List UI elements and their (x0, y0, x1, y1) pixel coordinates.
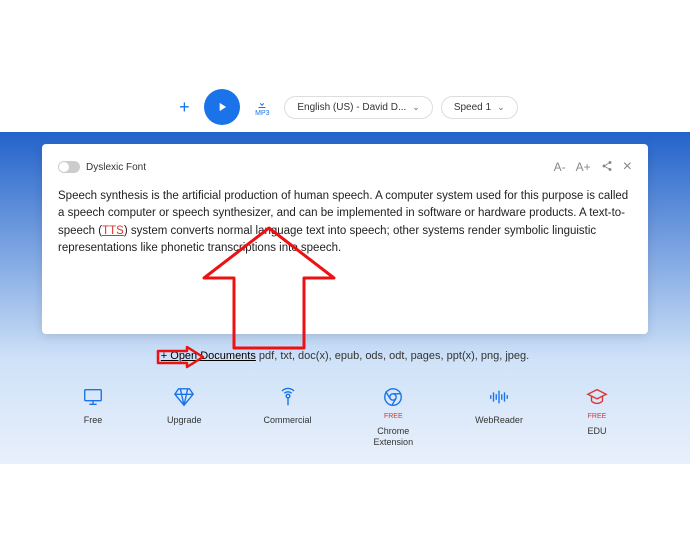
tts-paragraph[interactable]: Speech synthesis is the artificial produ… (58, 188, 632, 257)
font-decrease-button[interactable]: A- (554, 160, 566, 174)
soundwave-icon (487, 385, 511, 409)
free-badge: FREE (588, 413, 607, 420)
nav-upgrade[interactable]: Upgrade (167, 385, 202, 448)
nav-label: EDU (587, 426, 606, 437)
free-badge: FREE (384, 413, 403, 420)
chevron-down-icon: ⌄ (412, 102, 420, 113)
speed-selector[interactable]: Speed 1 ⌄ (441, 96, 518, 119)
font-toggle-label: Dyslexic Font (86, 162, 146, 173)
close-button[interactable]: × (623, 158, 632, 176)
toolbar: + MP3 English (US) - David D... ⌄ Speed … (0, 82, 690, 132)
nav-label: Free (84, 415, 103, 426)
podcast-icon (276, 385, 300, 409)
nav-free[interactable]: Free (81, 385, 105, 448)
card-header: Dyslexic Font A- A+ × (58, 158, 632, 176)
dyslexic-font-toggle[interactable]: Dyslexic Font (58, 161, 146, 173)
card-actions: A- A+ × (554, 158, 632, 176)
share-icon[interactable] (601, 160, 613, 175)
speed-selector-label: Speed 1 (454, 102, 491, 113)
open-documents-extensions: pdf, txt, doc(x), epub, ods, odt, pages,… (256, 350, 529, 362)
nav-edu[interactable]: FREE EDU (585, 385, 609, 448)
voice-selector[interactable]: English (US) - David D... ⌄ (284, 96, 432, 119)
open-documents-row: + Open Documents pdf, txt, doc(x), epub,… (0, 350, 690, 362)
monitor-icon (81, 385, 105, 409)
mp3-label: MP3 (255, 110, 269, 117)
nav-label: WebReader (475, 415, 523, 426)
play-button[interactable] (204, 89, 240, 125)
text-card: Dyslexic Font A- A+ × Speech synthesis i… (42, 144, 648, 334)
open-documents-link[interactable]: + Open Documents (161, 350, 256, 362)
toggle-switch[interactable] (58, 161, 80, 173)
nav-label: Chrome Extension (374, 426, 414, 448)
download-mp3-button[interactable]: MP3 (248, 93, 276, 121)
graduation-cap-icon (585, 385, 609, 409)
diamond-icon (172, 385, 196, 409)
tts-inline-link[interactable]: TTS (102, 225, 124, 237)
nav-commercial[interactable]: Commercial (264, 385, 312, 448)
nav-label: Upgrade (167, 415, 202, 426)
nav-webreader[interactable]: WebReader (475, 385, 523, 448)
voice-selector-label: English (US) - David D... (297, 102, 406, 113)
add-button[interactable]: + (172, 95, 196, 119)
font-increase-button[interactable]: A+ (576, 160, 591, 174)
nav-label: Commercial (264, 415, 312, 426)
nav-chrome-extension[interactable]: FREE Chrome Extension (374, 385, 414, 448)
chrome-icon (381, 385, 405, 409)
chevron-down-icon: ⌄ (497, 102, 505, 113)
bottom-nav: Free Upgrade Commercial FREE Chrome Exte… (50, 385, 640, 448)
paragraph-text-post: ) system converts normal language text i… (58, 225, 596, 254)
